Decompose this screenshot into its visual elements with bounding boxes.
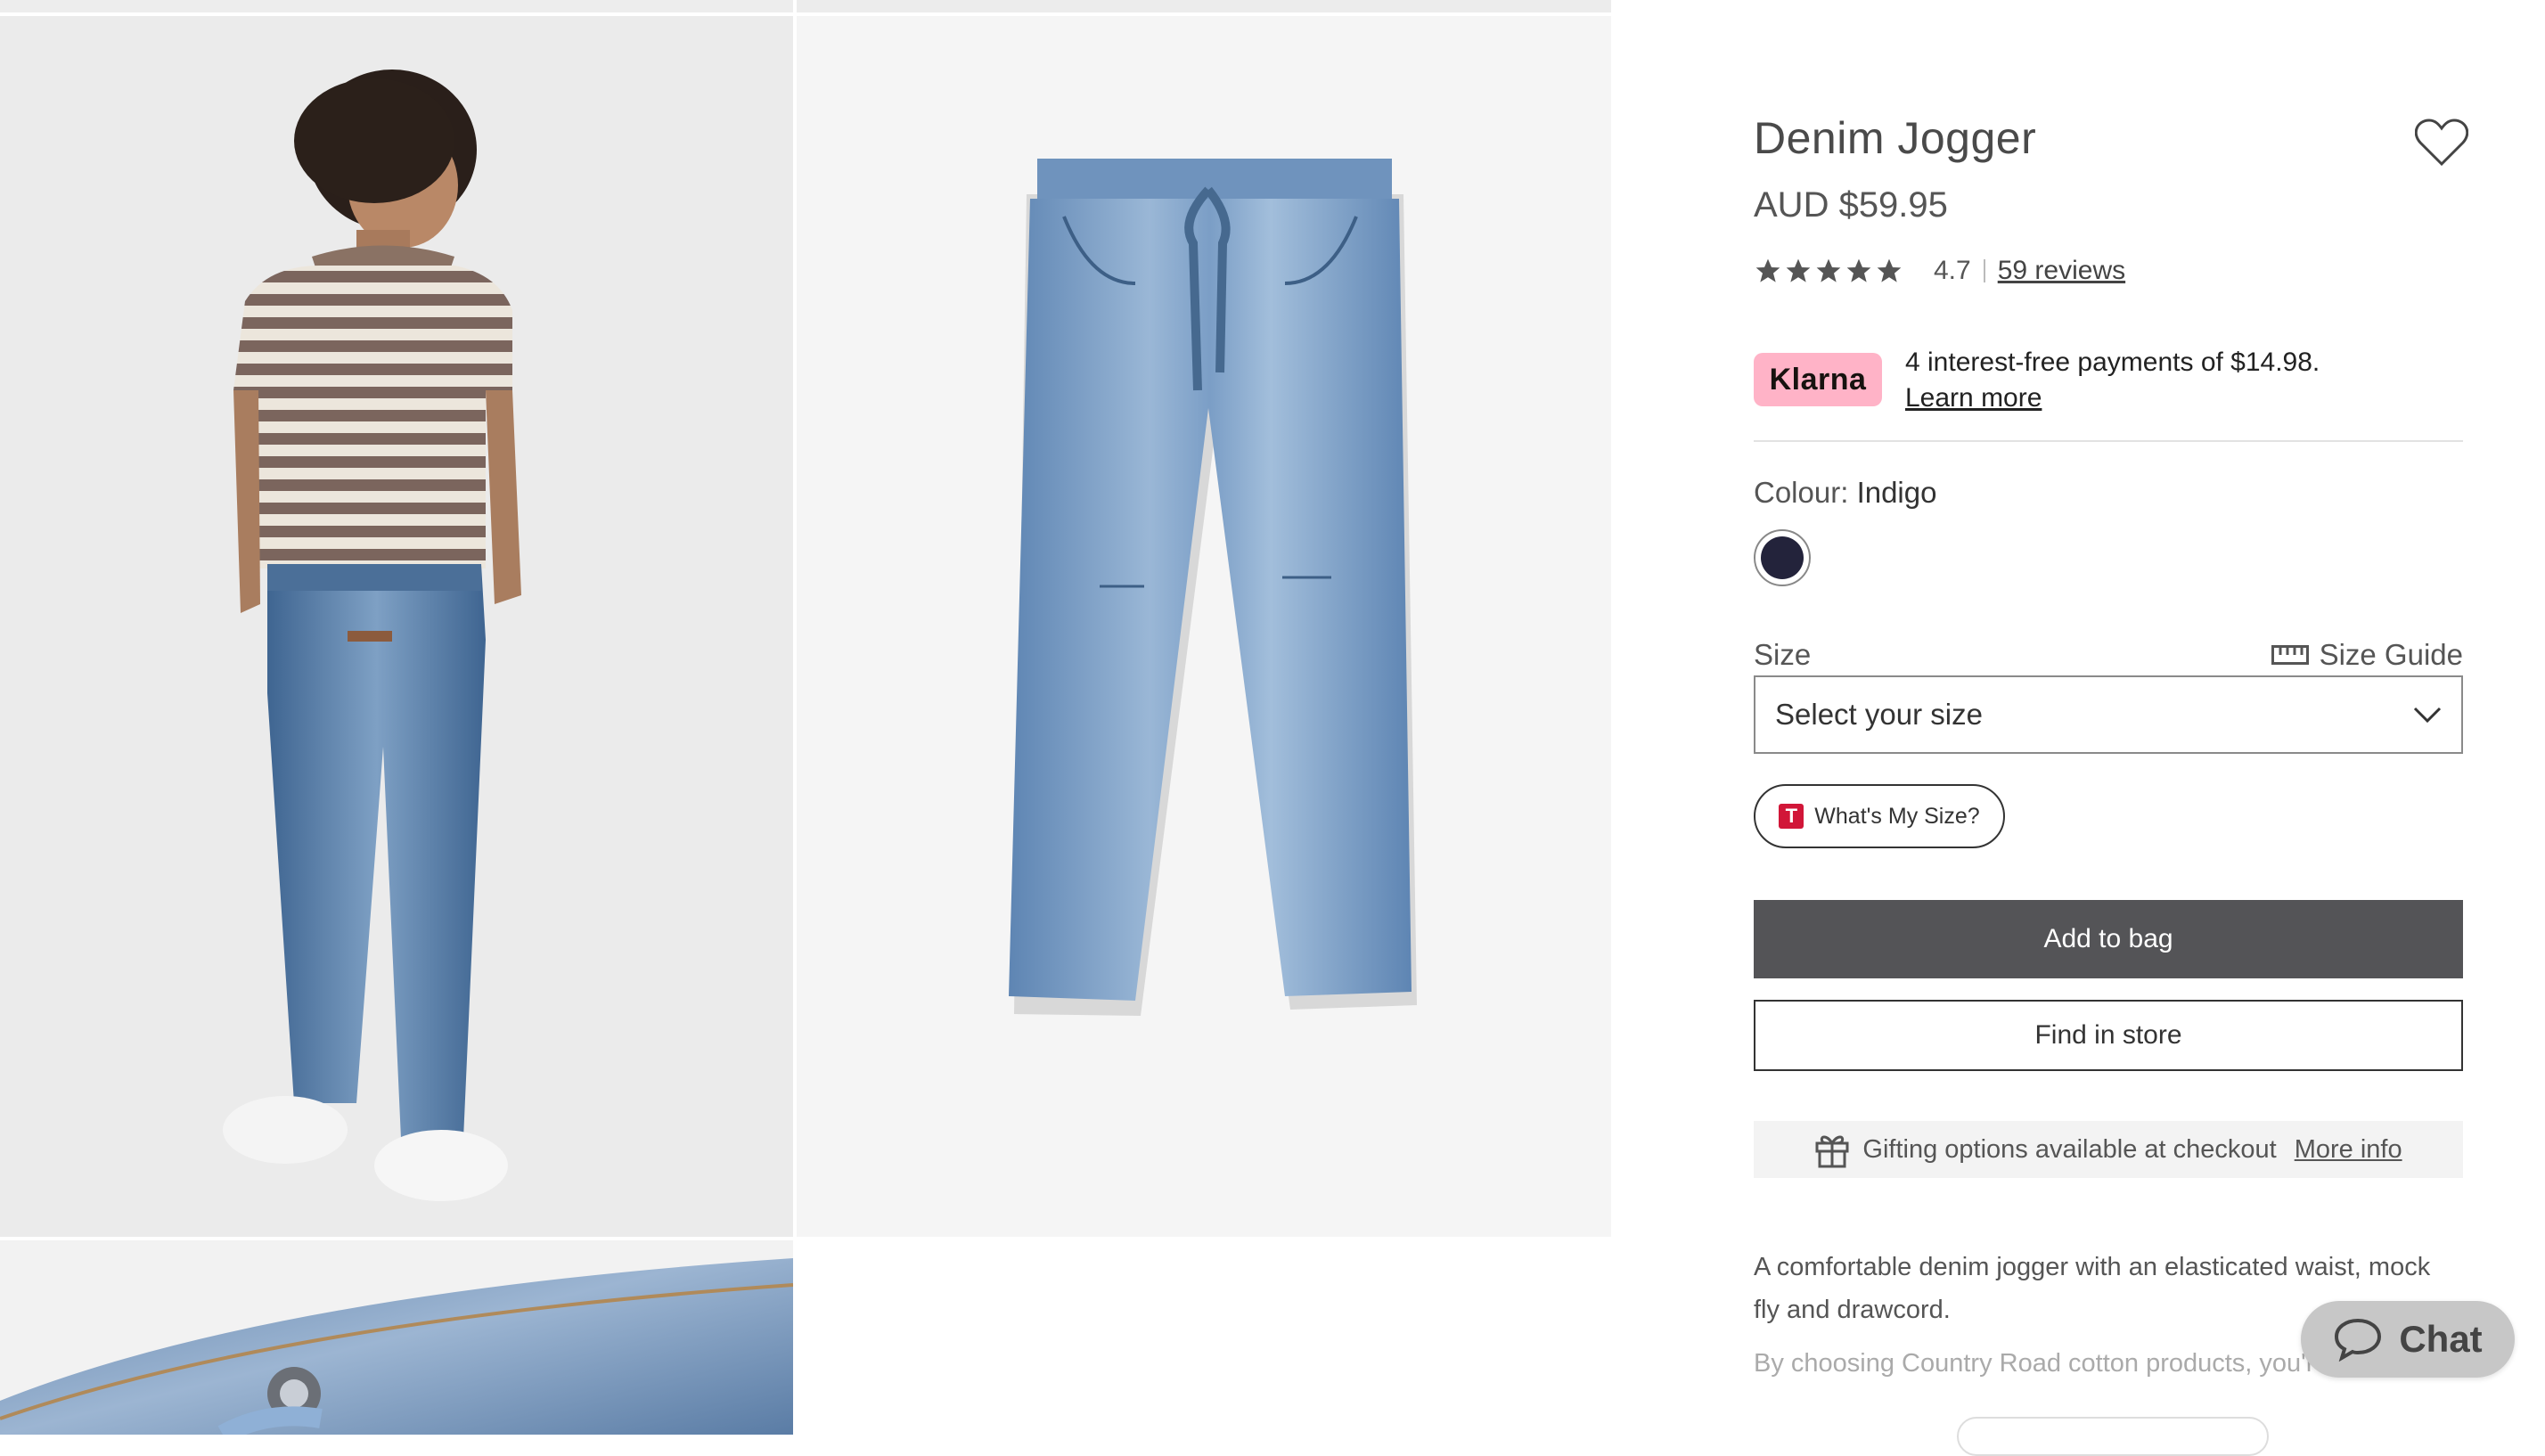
ruler-icon bbox=[2271, 645, 2309, 665]
star-icon bbox=[1846, 258, 1871, 282]
gallery-image-product-flat[interactable] bbox=[797, 16, 1611, 1237]
wishlist-button[interactable] bbox=[2414, 118, 2469, 168]
section-divider bbox=[1754, 440, 2463, 442]
gallery-image-top-right bbox=[797, 0, 1611, 12]
size-guide-label: Size Guide bbox=[2319, 638, 2463, 671]
chevron-down-icon bbox=[2413, 707, 2442, 724]
klarna-logo: Klarna bbox=[1754, 353, 1882, 406]
waist-detail-photo bbox=[0, 1240, 793, 1435]
gallery-image-waist-detail[interactable] bbox=[0, 1240, 793, 1435]
find-in-store-button[interactable]: Find in store bbox=[1754, 1000, 2463, 1071]
gallery-image-top-left bbox=[0, 0, 793, 12]
size-label: Size bbox=[1754, 638, 1812, 671]
true-fit-logo-icon: T bbox=[1779, 804, 1804, 829]
gifting-banner: Gifting options available at checkout Mo… bbox=[1754, 1121, 2463, 1178]
read-more-button[interactable] bbox=[1957, 1417, 2269, 1456]
jeans-photo bbox=[1009, 159, 1417, 1016]
whats-my-size-button[interactable]: T What's My Size? bbox=[1754, 784, 2005, 848]
whats-my-size-label: What's My Size? bbox=[1814, 803, 1980, 829]
rating-divider bbox=[1983, 259, 1985, 282]
size-guide-link[interactable]: Size Guide bbox=[2271, 638, 2463, 672]
colour-value: Indigo bbox=[1856, 476, 1937, 509]
size-select-placeholder: Select your size bbox=[1775, 698, 1983, 731]
rating-summary: 4.7 59 reviews bbox=[1754, 253, 2125, 289]
chat-button[interactable]: Chat bbox=[2301, 1301, 2515, 1378]
klarna-installments-text: 4 interest-free payments of $14.98. bbox=[1905, 348, 2320, 377]
chat-bubble-icon bbox=[2335, 1318, 2382, 1362]
klarna-learn-more-link[interactable]: Learn more bbox=[1905, 383, 2042, 413]
model-photo bbox=[223, 70, 521, 1201]
colour-swatch-indigo[interactable] bbox=[1754, 529, 1811, 586]
product-details-panel: Denim Jogger AUD $59.95 4.7 59 reviews K… bbox=[1754, 0, 2469, 1435]
colour-label: Colour: Indigo bbox=[1754, 476, 1936, 510]
rating-stars bbox=[1754, 257, 1903, 285]
star-icon bbox=[1755, 258, 1780, 282]
star-icon bbox=[1877, 258, 1902, 282]
product-price: AUD $59.95 bbox=[1754, 185, 1948, 225]
gift-icon bbox=[1815, 1135, 1849, 1168]
add-to-bag-button[interactable]: Add to bag bbox=[1754, 900, 2463, 978]
star-icon bbox=[1786, 258, 1811, 282]
gifting-more-info-link[interactable]: More info bbox=[2295, 1135, 2402, 1165]
rating-value: 4.7 bbox=[1934, 256, 1971, 285]
heart-icon bbox=[2414, 119, 2469, 167]
reviews-link[interactable]: 59 reviews bbox=[1998, 256, 2125, 286]
size-select[interactable]: Select your size bbox=[1754, 675, 2463, 754]
gifting-text: Gifting options available at checkout bbox=[1862, 1134, 2277, 1164]
colour-label-text: Colour: bbox=[1754, 476, 1849, 509]
swatch-fill bbox=[1761, 536, 1804, 579]
gallery-image-model-back[interactable] bbox=[0, 16, 793, 1237]
product-title: Denim Jogger bbox=[1754, 113, 2037, 163]
star-icon bbox=[1816, 258, 1841, 282]
chat-label: Chat bbox=[2399, 1318, 2483, 1360]
